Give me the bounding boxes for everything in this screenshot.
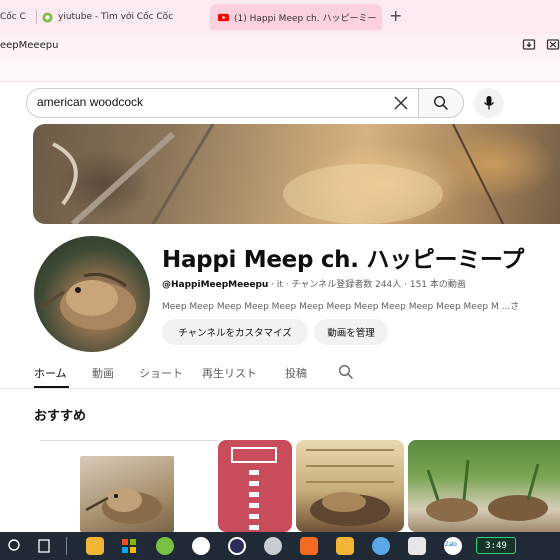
manage-videos-button[interactable]: 動画を管理 <box>314 319 388 345</box>
channel-banner <box>33 124 560 224</box>
clear-search-icon[interactable] <box>392 94 410 112</box>
tab-shorts[interactable]: ショート <box>139 365 183 381</box>
channel-handle[interactable]: @HappiMeepMeeepu <box>162 280 268 290</box>
channel-meta: @HappiMeepMeeepu · it · チャンネル登録者数 244人 ·… <box>162 277 466 290</box>
woodcock-grass-thumbnail-image <box>426 459 548 522</box>
browser-tab-youtube[interactable]: (1) Happi Meep ch. ハッピーミー ✕ <box>210 4 382 30</box>
file-explorer-icon[interactable] <box>86 537 104 555</box>
search-icon[interactable] <box>6 537 24 555</box>
install-app-icon[interactable] <box>522 38 536 52</box>
tab-title: (1) Happi Meep ch. ハッピーミー <box>234 13 377 24</box>
channel-name: Happi Meep ch. ハッピーミープ <box>162 247 524 273</box>
video-thumbnail[interactable] <box>80 456 174 532</box>
search-icon <box>433 95 449 111</box>
woodcock-banner-image <box>52 124 504 224</box>
task-view-icon[interactable] <box>36 537 54 555</box>
tab-videos[interactable]: 動画 <box>92 365 114 381</box>
woodcock-avatar-image <box>39 272 136 330</box>
voice-search-button[interactable] <box>474 88 504 118</box>
address-bar: eepMeeepu <box>0 34 560 58</box>
tab-title: yiutube - Tìm với Cốc Cốc <box>58 12 174 22</box>
block-ads-icon[interactable] <box>546 38 560 52</box>
address-text[interactable]: eepMeeepu <box>0 40 58 51</box>
tabs-divider <box>0 388 560 389</box>
tab-separator <box>36 10 37 24</box>
video-thumbnail[interactable] <box>218 440 292 532</box>
video-thumbnail[interactable] <box>408 440 560 532</box>
browser-tab-strip: Cốc C yiutube - Tìm với Cốc Cốc (1) Happ… <box>0 0 560 34</box>
address-bar-actions <box>522 38 560 52</box>
taskbar-divider <box>66 537 67 555</box>
microphone-icon <box>483 96 495 110</box>
customize-channel-button[interactable]: チャンネルをカスタマイズ <box>162 319 308 345</box>
media-player-icon[interactable] <box>228 537 246 555</box>
channel-description[interactable]: Meep Meep Meep Meep Meep Meep Meep Meep … <box>162 299 560 312</box>
coccoc-icon <box>42 11 53 23</box>
hieroglyph-woodcock-thumbnail-image <box>306 449 394 526</box>
clock[interactable]: 3:49 <box>476 537 516 554</box>
app-icon[interactable] <box>264 537 282 555</box>
browser-tab-coccoc[interactable]: Cốc C <box>0 4 34 30</box>
office-icon[interactable] <box>300 537 318 555</box>
zalo-icon[interactable]: Zalo <box>444 537 462 555</box>
notes-icon[interactable] <box>408 537 426 555</box>
paint-icon[interactable] <box>372 537 390 555</box>
video-thumbnail[interactable] <box>296 440 404 532</box>
tab-posts[interactable]: 投稿 <box>285 365 307 381</box>
woodcock-thumbnail-image <box>85 488 162 524</box>
search-button[interactable] <box>418 88 464 118</box>
bookmarks-area <box>0 58 560 82</box>
section-title: おすすめ <box>34 409 87 424</box>
tab-title: Cốc C <box>0 12 26 22</box>
youtube-icon <box>218 13 229 21</box>
coccoc-browser-icon[interactable] <box>156 537 174 555</box>
tab-home[interactable]: ホーム <box>34 365 67 381</box>
search-box[interactable] <box>26 88 418 118</box>
channel-stats: · it · チャンネル登録者数 244人 · 151 本の動画 <box>268 280 466 290</box>
zalo-label: Zalo <box>445 542 457 548</box>
shelf-divider <box>40 440 218 441</box>
channel-avatar[interactable] <box>34 236 150 352</box>
flag-thumbnail-image <box>231 447 277 530</box>
tab-playlists[interactable]: 再生リスト <box>202 365 257 381</box>
new-tab-icon[interactable]: + <box>389 6 402 25</box>
browser-tab-search[interactable]: yiutube - Tìm với Cốc Cốc <box>42 4 202 30</box>
store-icon[interactable] <box>120 537 138 555</box>
channel-search-icon[interactable] <box>338 364 354 380</box>
folder-icon[interactable] <box>336 537 354 555</box>
chat-app-icon[interactable] <box>192 537 210 555</box>
search-input[interactable] <box>37 95 377 109</box>
